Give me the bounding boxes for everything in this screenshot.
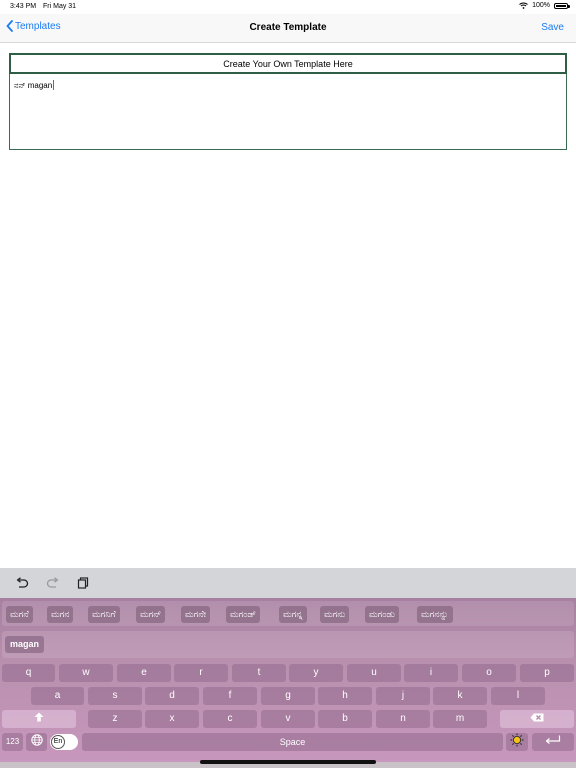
suggestion-item[interactable]: ಮಗನನ್ನು — [417, 606, 453, 623]
undo-icon[interactable] — [15, 576, 29, 590]
suggestion-item[interactable]: ಮಗನ್ನ — [279, 606, 307, 623]
page-title: Create Template — [249, 22, 327, 33]
suggestion-item[interactable]: ಮಗಂಡ್ — [226, 606, 261, 623]
shift-key[interactable] — [2, 710, 76, 728]
key-z[interactable]: z — [88, 710, 142, 728]
key-h[interactable]: h — [318, 687, 372, 705]
typed-word-bar: magan — [2, 631, 574, 658]
key-p[interactable]: p — [520, 664, 574, 682]
key-g[interactable]: g — [261, 687, 315, 705]
status-bar: 3:43 PM Fri May 31 100% — [0, 0, 576, 14]
key-f[interactable]: f — [203, 687, 257, 705]
template-body-editor[interactable]: ನನ್ magan — [9, 74, 567, 150]
redo-icon[interactable] — [46, 576, 60, 590]
key-i[interactable]: i — [404, 664, 458, 682]
suggestion-item[interactable]: ಮಗನೇ — [181, 606, 211, 623]
backspace-icon — [530, 713, 544, 722]
battery-icon — [554, 2, 570, 9]
globe-key[interactable] — [26, 733, 47, 751]
battery-percent: 100% — [532, 2, 550, 9]
numbers-key[interactable]: 123 — [2, 733, 23, 751]
paste-icon[interactable] — [76, 576, 90, 590]
language-toggle[interactable]: En — [50, 734, 78, 750]
suggestion-item[interactable]: ಮಗನಿಗೆ — [88, 606, 120, 623]
key-y[interactable]: y — [289, 664, 343, 682]
key-o[interactable]: o — [462, 664, 516, 682]
return-icon — [545, 735, 561, 744]
suggestion-item[interactable]: ಮಗನ್ — [136, 606, 166, 623]
suggestion-item[interactable]: ಮಗನೆ — [6, 606, 33, 623]
wifi-icon — [519, 2, 528, 9]
template-title-text: Create Your Own Template Here — [223, 58, 353, 69]
backspace-key[interactable] — [500, 710, 574, 728]
suggestion-item[interactable]: ಮಗನ — [47, 606, 74, 623]
template-title-field[interactable]: Create Your Own Template Here — [9, 53, 567, 74]
suggestion-item[interactable]: ಮಗಂಡು — [365, 606, 400, 623]
key-b[interactable]: b — [318, 710, 372, 728]
key-d[interactable]: d — [145, 687, 199, 705]
text-cursor — [53, 80, 55, 90]
status-date: Fri May 31 — [43, 3, 77, 10]
suggestion-bar: ಮಗನೆ ಮಗನ ಮಗನಿಗೆ ಮಗನ್ ಮಗನೇ ಮಗಂಡ್ ಮಗನ್ನ ಮಗ… — [2, 601, 574, 626]
key-t[interactable]: t — [232, 664, 286, 682]
status-time: 3:43 PM — [10, 3, 37, 10]
key-s[interactable]: s — [88, 687, 142, 705]
key-v[interactable]: v — [261, 710, 315, 728]
return-key[interactable] — [532, 733, 574, 751]
language-toggle-label: En — [51, 735, 65, 749]
typed-word[interactable]: magan — [5, 636, 45, 653]
keyboard: ಮಗನೆ ಮಗನ ಮಗನಿಗೆ ಮಗನ್ ಮಗನೇ ಮಗಂಡ್ ಮಗನ್ನ ಮಗ… — [0, 598, 576, 762]
key-r[interactable]: r — [174, 664, 228, 682]
battery-fill — [556, 4, 566, 7]
key-c[interactable]: c — [203, 710, 257, 728]
key-m[interactable]: m — [433, 710, 487, 728]
shift-icon — [34, 712, 44, 722]
save-button[interactable]: Save — [541, 22, 564, 33]
key-w[interactable]: w — [59, 664, 113, 682]
key-k[interactable]: k — [433, 687, 487, 705]
suggestion-item[interactable]: ಮಗನು — [320, 606, 350, 623]
home-indicator[interactable] — [200, 760, 376, 764]
keyboard-toolbar — [0, 568, 576, 598]
key-a[interactable]: a — [31, 687, 84, 705]
space-key[interactable]: Space — [82, 733, 503, 751]
key-e[interactable]: e — [117, 664, 171, 682]
globe-icon — [30, 734, 43, 746]
key-u[interactable]: u — [347, 664, 401, 682]
key-l[interactable]: l — [491, 687, 545, 705]
sun-icon — [510, 733, 524, 747]
key-x[interactable]: x — [145, 710, 199, 728]
key-q[interactable]: q — [2, 664, 55, 682]
theme-key[interactable] — [506, 733, 528, 751]
key-j[interactable]: j — [376, 687, 430, 705]
navigation-bar: Templates Create Template Save — [0, 14, 576, 43]
key-n[interactable]: n — [376, 710, 430, 728]
template-body-text: ನನ್ magan — [14, 81, 53, 90]
